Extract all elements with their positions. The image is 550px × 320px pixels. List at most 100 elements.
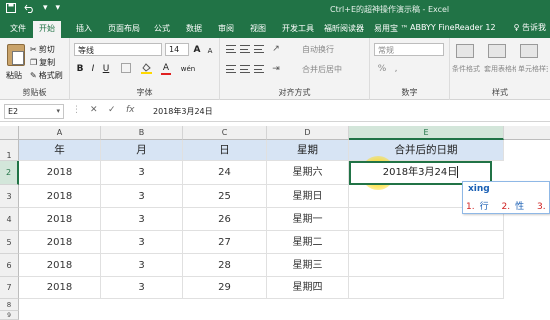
ime-candidate-1[interactable]: 1. 行 xyxy=(466,202,494,212)
table-cell[interactable]: 2018 xyxy=(19,254,101,277)
save-icon[interactable] xyxy=(6,3,16,16)
row-header-5[interactable]: 5 xyxy=(0,231,19,254)
undo-icon[interactable] xyxy=(24,3,35,16)
conditional-format-button[interactable]: 条件格式 xyxy=(452,64,480,74)
table-cell[interactable]: 3 xyxy=(101,231,183,254)
tab-view[interactable]: 视图 xyxy=(244,21,272,38)
tab-insert[interactable]: 插入 xyxy=(70,21,98,38)
underline-button[interactable]: U xyxy=(100,63,112,75)
tab-abbyy-finereader[interactable]: ABBYY FineReader 12 xyxy=(404,21,502,38)
ime-candidate-3[interactable]: 3.醒 ‹ xyxy=(537,202,550,212)
column-header-b[interactable]: B xyxy=(101,126,183,140)
font-size-select[interactable]: 14 xyxy=(165,43,189,56)
row-header-7[interactable]: 7 xyxy=(0,277,19,299)
column-header-d[interactable]: D xyxy=(267,126,349,140)
table-format-button[interactable]: 套用表格格式 xyxy=(484,64,516,74)
table-cell[interactable] xyxy=(349,277,504,299)
align-middle-icon[interactable] xyxy=(240,45,250,53)
tab-foxit-reader[interactable]: 福昕阅读器 xyxy=(318,21,370,38)
align-center-icon[interactable] xyxy=(240,65,250,73)
confirm-entry-button[interactable]: ✓ xyxy=(108,105,116,115)
font-color-button[interactable]: A xyxy=(160,62,172,75)
table-cell[interactable]: 2018 xyxy=(19,161,101,185)
table-cell[interactable]: 星期一 xyxy=(267,208,349,231)
align-right-icon[interactable] xyxy=(254,65,264,73)
wrap-text-button[interactable]: 自动换行 xyxy=(302,44,334,55)
table-cell[interactable]: 24 xyxy=(183,161,267,185)
phonetic-button[interactable]: wén xyxy=(178,63,198,75)
insert-function-button[interactable]: fx xyxy=(126,105,135,115)
table-cell[interactable]: 25 xyxy=(183,185,267,208)
header-cell-year[interactable]: 年 xyxy=(19,140,101,161)
row-header-3[interactable]: 3 xyxy=(0,185,19,208)
table-cell[interactable]: 3 xyxy=(101,161,183,185)
shrink-font-button[interactable]: A xyxy=(204,45,216,57)
paste-button[interactable]: 粘贴 xyxy=(4,42,28,80)
conditional-format-icon[interactable] xyxy=(456,44,474,58)
row-header-9[interactable]: 9 xyxy=(0,311,19,320)
ime-candidate-2[interactable]: 2. 性 xyxy=(501,202,529,212)
tab-data[interactable]: 数据 xyxy=(180,21,208,38)
table-cell[interactable]: 3 xyxy=(101,277,183,299)
merge-center-button[interactable]: 合并后居中 xyxy=(302,64,342,75)
select-all-button[interactable] xyxy=(0,126,19,140)
table-cell[interactable] xyxy=(349,254,504,277)
tab-review[interactable]: 审阅 xyxy=(212,21,240,38)
table-cell[interactable]: 星期二 xyxy=(267,231,349,254)
tab-developer[interactable]: 开发工具 xyxy=(276,21,320,38)
format-painter-button[interactable]: ✎ 格式刷 xyxy=(30,70,63,81)
copy-button[interactable]: ❐ 复制 xyxy=(30,57,55,68)
tab-page-layout[interactable]: 页面布局 xyxy=(102,21,146,38)
row-header-6[interactable]: 6 xyxy=(0,254,19,277)
table-cell[interactable]: 27 xyxy=(183,231,267,254)
header-cell-weekday[interactable]: 星期 xyxy=(267,140,349,161)
tab-file[interactable]: 文件 xyxy=(4,21,32,38)
comma-button[interactable]: , xyxy=(390,63,402,75)
align-bottom-icon[interactable] xyxy=(254,45,264,53)
percent-button[interactable]: % xyxy=(376,63,388,75)
table-cell[interactable] xyxy=(349,231,504,254)
tell-me-search[interactable]: ♀ 告诉我 xyxy=(514,22,546,33)
table-cell[interactable]: 28 xyxy=(183,254,267,277)
row-header-8[interactable]: 8 xyxy=(0,299,19,311)
table-cell[interactable]: 3 xyxy=(101,254,183,277)
column-header-e[interactable]: E xyxy=(349,126,504,140)
indent-icon[interactable]: ⇥ xyxy=(270,63,282,75)
row-header-4[interactable]: 4 xyxy=(0,208,19,231)
cell-styles-button[interactable]: 单元格样式 xyxy=(518,64,548,74)
align-left-icon[interactable] xyxy=(226,65,236,73)
tab-formulas[interactable]: 公式 xyxy=(148,21,176,38)
table-cell[interactable]: 29 xyxy=(183,277,267,299)
grow-font-button[interactable]: A xyxy=(191,44,203,56)
bold-button[interactable]: B xyxy=(74,63,86,75)
border-icon[interactable] xyxy=(120,63,132,75)
tab-home[interactable]: 开始 xyxy=(33,21,61,38)
table-cell[interactable]: 2018 xyxy=(19,277,101,299)
cut-button[interactable]: ✂ 剪切 xyxy=(30,44,55,55)
align-top-icon[interactable] xyxy=(226,45,236,53)
table-cell[interactable]: 星期日 xyxy=(267,185,349,208)
table-cell[interactable]: 2018 xyxy=(19,208,101,231)
cancel-entry-button[interactable]: ✕ xyxy=(90,105,98,115)
italic-button[interactable]: I xyxy=(87,63,99,75)
font-name-select[interactable]: 等线 xyxy=(74,43,162,56)
table-cell[interactable]: 星期三 xyxy=(267,254,349,277)
table-cell[interactable]: 2018 xyxy=(19,231,101,254)
name-box[interactable]: E2 ▾ xyxy=(4,104,64,119)
table-cell[interactable]: 3 xyxy=(101,208,183,231)
row-header-2[interactable]: 2 xyxy=(0,161,19,185)
column-header-c[interactable]: C xyxy=(183,126,267,140)
undo-dropdown[interactable]: ▾ xyxy=(43,3,48,16)
number-format-select[interactable]: 常规 xyxy=(374,43,444,56)
orientation-icon[interactable]: ↗ xyxy=(270,43,282,55)
cell-styles-icon[interactable] xyxy=(520,44,538,58)
column-header-f[interactable] xyxy=(504,126,550,140)
fill-color-icon[interactable] xyxy=(140,63,152,75)
customize-qat-button[interactable]: ▾ xyxy=(56,3,61,16)
formula-input[interactable]: 2018年3月24日 xyxy=(150,104,546,119)
row-header-1[interactable]: 1 xyxy=(0,140,19,161)
table-cell[interactable]: 3 xyxy=(101,185,183,208)
table-format-icon[interactable] xyxy=(488,44,506,58)
table-cell[interactable]: 2018 xyxy=(19,185,101,208)
header-cell-month[interactable]: 月 xyxy=(101,140,183,161)
